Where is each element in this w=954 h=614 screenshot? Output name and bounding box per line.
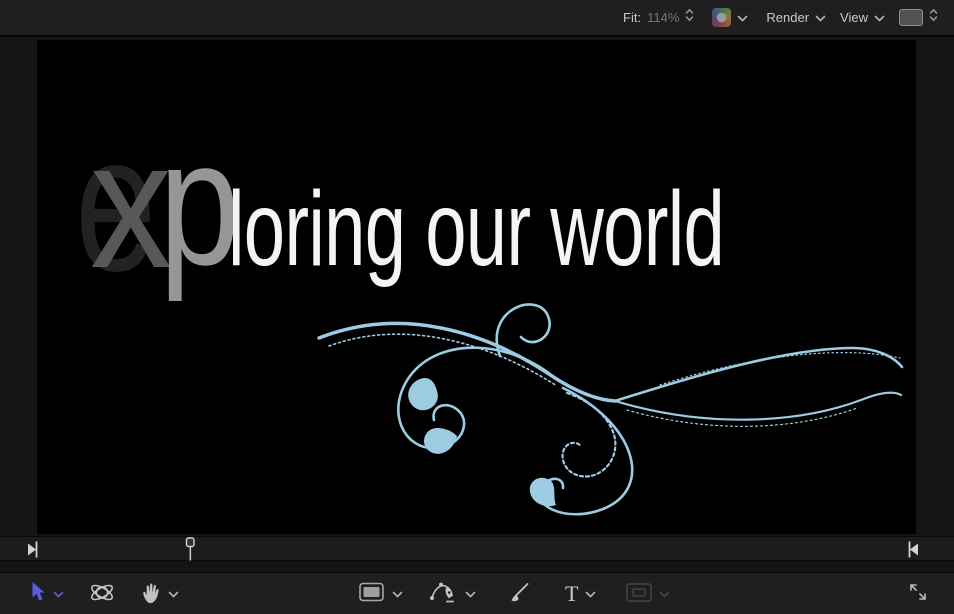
view-menu-label: View: [840, 10, 868, 25]
hand-icon: [140, 581, 161, 607]
text-tool-icon: T: [565, 580, 579, 606]
chevron-down-icon: [585, 586, 596, 601]
rectangle-icon: [359, 582, 385, 605]
mini-timeline[interactable]: [0, 536, 954, 561]
orbit-3d-icon: [88, 580, 116, 608]
display-stepper-icon[interactable]: [929, 8, 938, 27]
canvas-toolbar: Fit: 114% Render View: [0, 0, 954, 37]
select-tool[interactable]: [26, 579, 66, 608]
chevron-down-icon: [392, 586, 403, 601]
motion-canvas-window: Fit: 114% Render View e x p loring our w…: [0, 0, 954, 614]
fit-label: Fit:: [623, 10, 642, 25]
in-point-marker[interactable]: [27, 541, 39, 563]
pan-tool[interactable]: [138, 579, 181, 609]
toolbar-divider: [0, 561, 954, 572]
out-point-marker[interactable]: [907, 541, 919, 563]
diagonal-resize-icon: [908, 582, 928, 605]
text-tool[interactable]: T: [563, 581, 598, 607]
chevron-down-icon: [737, 9, 748, 27]
zoom-value: 114%: [647, 10, 680, 25]
display-rect-icon: [899, 9, 923, 26]
chevron-down-icon: [815, 9, 826, 27]
canvas-viewport[interactable]: e x p loring our world: [37, 40, 916, 534]
color-channels-swatch-icon: [712, 8, 732, 27]
chevron-down-icon: [874, 9, 885, 27]
render-menu-label: Render: [766, 10, 810, 25]
zoom-fit-control[interactable]: Fit: 114%: [623, 8, 694, 27]
pen-nib-icon: [429, 581, 458, 607]
chevron-down-icon: [659, 586, 670, 601]
chevron-down-icon: [168, 586, 179, 601]
image-mask-tool: [624, 581, 672, 607]
chevron-down-icon: [53, 586, 64, 601]
tools-toolbar: T: [0, 572, 954, 614]
chevron-down-icon: [465, 586, 476, 601]
channels-menu[interactable]: [712, 8, 748, 27]
flourish-graphic-layer[interactable]: [305, 288, 905, 523]
bezier-pen-tool[interactable]: [427, 579, 478, 609]
zoom-stepper-icon[interactable]: [685, 8, 694, 27]
render-menu[interactable]: Render: [766, 9, 826, 27]
view-menu[interactable]: View: [840, 9, 885, 27]
paintbrush-icon: [508, 581, 531, 606]
paint-stroke-tool[interactable]: [506, 579, 533, 608]
display-zoom-control[interactable]: [899, 8, 938, 27]
title-text-rest: loring our world: [228, 170, 725, 288]
select-arrow-icon: [28, 581, 46, 606]
expand-canvas-button[interactable]: [906, 580, 930, 607]
rectangle-shape-tool[interactable]: [357, 580, 405, 607]
orbit-3d-transform-tool[interactable]: [86, 578, 118, 610]
image-mask-icon: [626, 582, 653, 605]
